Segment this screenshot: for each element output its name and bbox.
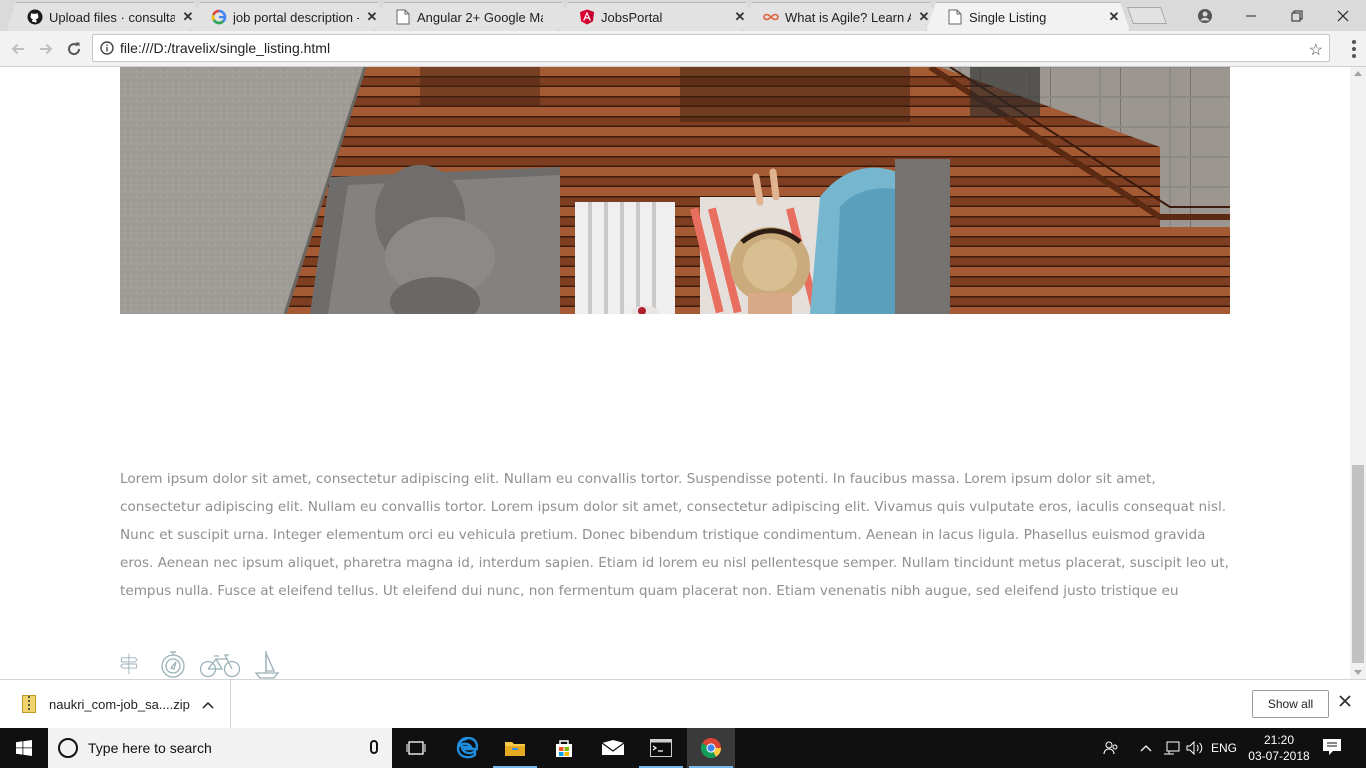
task-view-button[interactable] — [392, 728, 440, 768]
tab-single-listing[interactable]: Single Listing ✕ — [926, 2, 1130, 31]
clock[interactable]: 21:20 03-07-2018 — [1248, 732, 1310, 764]
profile-icon[interactable] — [1182, 0, 1228, 31]
clock-time: 21:20 — [1263, 733, 1295, 747]
page-viewport: Lorem ipsum dolor sit amet, consectetur … — [0, 67, 1350, 679]
back-button[interactable] — [6, 37, 30, 61]
info-icon[interactable] — [100, 41, 114, 55]
angular-icon — [579, 9, 595, 25]
store-icon — [556, 740, 572, 757]
back-arrow-icon — [11, 43, 24, 55]
download-item[interactable]: naukri_com-job_sa....zip — [0, 680, 231, 728]
bookmark-star-icon[interactable]: ☆ — [1309, 40, 1323, 60]
taskbar-search[interactable]: Type here to search — [48, 728, 392, 768]
listing-description: Lorem ipsum dolor sit amet, consectetur … — [120, 471, 1229, 599]
zip-file-icon — [22, 695, 36, 713]
file-explorer-button[interactable] — [491, 728, 539, 768]
search-placeholder: Type here to search — [88, 740, 212, 756]
browser-toolbar: file:///D:/travelix/single_listing.html … — [0, 31, 1366, 67]
forward-button[interactable] — [34, 37, 58, 61]
compass-icon — [161, 651, 185, 678]
close-icon[interactable]: ✕ — [1107, 9, 1121, 25]
chevron-up-icon[interactable] — [1136, 728, 1156, 768]
close-window-button[interactable] — [1320, 0, 1366, 31]
clock-date: 03-07-2018 — [1248, 749, 1310, 763]
page-scrollbar[interactable] — [1350, 67, 1366, 679]
windows-logo-icon — [16, 740, 32, 756]
network-icon[interactable] — [1160, 728, 1184, 768]
reload-icon — [68, 42, 81, 56]
document-icon — [395, 9, 411, 25]
browser-menu-icon[interactable] — [1352, 40, 1356, 58]
start-button[interactable] — [0, 728, 48, 768]
infinity-icon — [763, 9, 779, 25]
store-button[interactable] — [540, 728, 588, 768]
new-tab-button[interactable] — [1126, 7, 1168, 24]
minimize-button[interactable] — [1228, 0, 1274, 31]
scrollbar-thumb[interactable] — [1352, 465, 1364, 663]
notification-center-icon[interactable] — [1322, 738, 1342, 756]
close-shelf-icon[interactable] — [1339, 694, 1351, 712]
tab-agile[interactable]: What is Agile? Learn Ab ✕ — [742, 2, 940, 31]
github-icon — [27, 9, 43, 25]
tab-google[interactable]: job portal description - ✕ — [190, 2, 388, 31]
scroll-down-arrow-icon[interactable] — [1354, 670, 1362, 675]
volume-icon[interactable] — [1184, 728, 1206, 768]
google-icon — [211, 9, 227, 25]
bicycle-icon — [200, 654, 240, 678]
chrome-icon — [700, 738, 722, 759]
tab-title: JobsPortal — [601, 9, 663, 25]
terminal-icon — [650, 739, 672, 757]
task-view-icon — [406, 741, 426, 755]
tab-angular-maps[interactable]: Angular 2+ Google Map ✕ — [374, 2, 572, 31]
microphone-icon[interactable] — [370, 740, 378, 754]
deck-lounge-photo — [120, 67, 1230, 314]
command-prompt-button[interactable] — [637, 728, 685, 768]
url-text: file:///D:/travelix/single_listing.html — [120, 40, 331, 56]
forward-arrow-icon — [40, 43, 53, 55]
tab-github[interactable]: Upload files · consultant ✕ — [6, 2, 204, 31]
chrome-button[interactable] — [687, 728, 735, 768]
address-bar[interactable]: file:///D:/travelix/single_listing.html … — [92, 34, 1330, 62]
tab-title: What is Agile? Learn Ab — [785, 9, 911, 25]
tab-title: Angular 2+ Google Map — [417, 9, 543, 25]
tab-strip: Upload files · consultant ✕ job portal d… — [0, 0, 1366, 31]
download-shelf: naukri_com-job_sa....zip Show all — [0, 679, 1366, 728]
language-indicator[interactable]: ENG — [1208, 728, 1240, 768]
tab-title: Single Listing — [969, 9, 1047, 25]
mail-icon — [601, 740, 625, 755]
signpost-icon — [120, 653, 138, 675]
listing-hero-image — [120, 67, 1230, 314]
document-icon — [947, 9, 963, 25]
show-all-button[interactable]: Show all — [1252, 690, 1329, 718]
edge-button[interactable] — [443, 728, 491, 768]
windows-taskbar: Type here to search ENG 21:20 03-07-2018 — [0, 728, 1366, 768]
scroll-up-arrow-icon[interactable] — [1354, 71, 1362, 76]
download-file-name: naukri_com-job_sa....zip — [49, 696, 190, 712]
folder-icon — [505, 742, 525, 756]
amenity-icons — [120, 649, 280, 679]
tab-jobsportal[interactable]: JobsPortal ✕ — [558, 2, 756, 31]
tab-title: Upload files · consultant — [49, 9, 175, 25]
tab-title: job portal description - — [233, 9, 359, 25]
people-icon[interactable] — [1098, 728, 1124, 768]
mail-button[interactable] — [589, 728, 637, 768]
chevron-up-icon[interactable] — [202, 698, 214, 712]
reload-button[interactable] — [62, 37, 86, 61]
restore-button[interactable] — [1274, 0, 1320, 31]
edge-icon — [456, 737, 478, 759]
sailboat-icon — [254, 651, 280, 679]
cortana-icon — [58, 738, 78, 758]
